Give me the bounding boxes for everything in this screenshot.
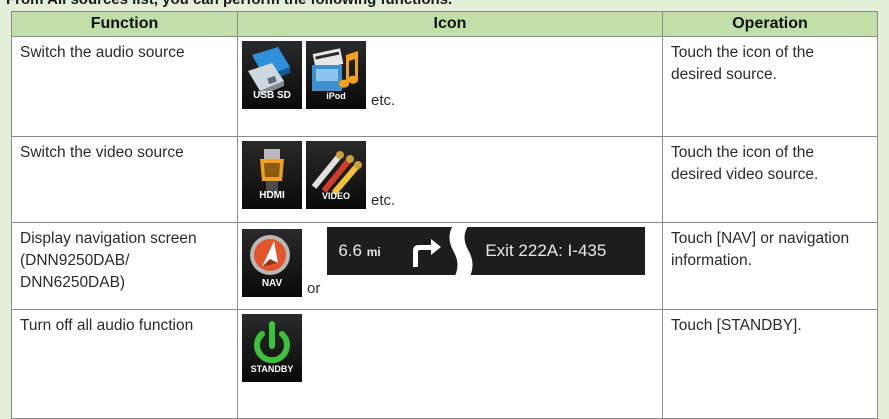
hdmi-icon[interactable]: HDMI	[242, 141, 302, 210]
etc-label: etc.	[371, 92, 396, 109]
video-icon[interactable]: VIDEO	[306, 141, 366, 210]
nav-icon[interactable]: NAV	[242, 229, 302, 298]
table-row: Turn off all audio function STANDBY Touc…	[11, 308, 878, 419]
usb-sd-icon[interactable]: USB SD	[242, 41, 302, 109]
icon-cell: STANDBY	[237, 308, 663, 419]
function-cell: Switch the video source	[11, 136, 238, 224]
navigation-info-bar[interactable]: 6.6 mi Exit 222A: I-435	[327, 227, 646, 276]
function-cell: Display navigation screen (DNN9250DAB/ D…	[11, 222, 238, 310]
header-operation: Operation	[662, 11, 878, 37]
nav-caption: NAV	[261, 278, 283, 290]
ipod-icon[interactable]: iPod	[306, 41, 366, 109]
header-icon: Icon	[237, 11, 663, 37]
table-row: Display navigation screen (DNN9250DAB/ D…	[11, 222, 878, 310]
standby-icon[interactable]: STANDBY	[242, 313, 302, 382]
table-row: Switch the audio source USB SD iPod etc.…	[11, 35, 878, 138]
operation-cell: Touch [NAV] or navigation information.	[662, 222, 878, 310]
ipod-caption: iPod	[326, 91, 346, 101]
standby-caption: STANDBY	[250, 363, 294, 374]
or-label: or	[307, 280, 321, 298]
table-header-row: Function Icon Operation	[11, 11, 878, 37]
function-cell: Switch the audio source	[11, 35, 238, 138]
video-caption: VIDEO	[321, 191, 350, 202]
functions-table: Function Icon Operation Switch the audio…	[11, 11, 878, 419]
icon-cell: HDMI VIDEO etc.	[237, 136, 663, 224]
intro-heading: From All sources list, you can perform t…	[6, 0, 452, 8]
header-function: Function	[11, 11, 238, 37]
operation-cell: Touch [STANDBY].	[662, 308, 878, 419]
operation-cell: Touch the icon of the desired source.	[662, 35, 878, 138]
icon-cell: NAV or 6.6 mi Exit 222A: I-435	[237, 222, 663, 310]
hdmi-caption: HDMI	[259, 190, 285, 202]
table-row: Switch the video source HDMI VIDEO etc. …	[11, 136, 878, 224]
operation-cell: Touch the icon of the desired video sour…	[662, 136, 878, 224]
function-cell: Turn off all audio function	[11, 308, 238, 419]
etc-label: etc.	[371, 192, 396, 210]
icon-cell: USB SD iPod etc.	[237, 35, 663, 138]
usb-sd-caption: USB SD	[253, 90, 291, 101]
exit-info: Exit 222A: I-435	[485, 241, 607, 261]
